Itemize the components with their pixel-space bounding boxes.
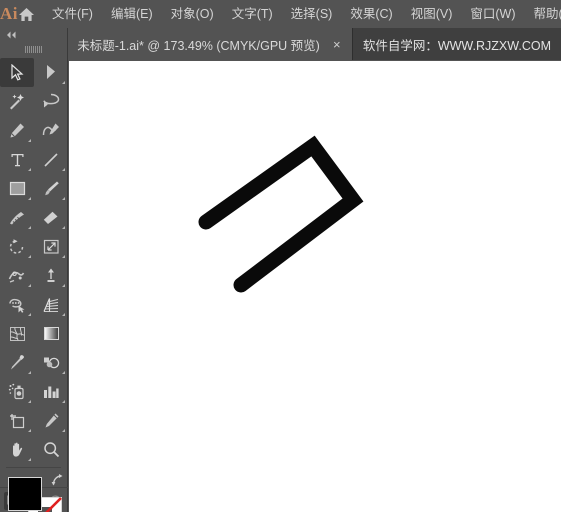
tools-divider [6, 467, 61, 468]
tool-artboard[interactable] [0, 406, 34, 435]
tool-free-transform[interactable] [34, 261, 68, 290]
menu-item-help[interactable]: 帮助( [525, 4, 561, 25]
tool-selection[interactable] [0, 58, 34, 87]
menu-item-select[interactable]: 选择(S) [282, 4, 342, 25]
tool-flyout-indicator [28, 400, 31, 403]
menu-item-edit[interactable]: 编辑(E) [102, 4, 162, 25]
tool-flyout-indicator [62, 226, 65, 229]
tool-symbol-sprayer[interactable] [0, 377, 34, 406]
tool-flyout-indicator [28, 255, 31, 258]
tool-shape-builder[interactable] [0, 290, 34, 319]
tool-perspective-grid[interactable] [34, 290, 68, 319]
tool-type[interactable] [0, 145, 34, 174]
tool-rectangle[interactable] [0, 174, 34, 203]
double-chevron-left-icon[interactable] [0, 28, 67, 42]
tool-curvature[interactable] [34, 116, 68, 145]
tool-slice[interactable] [34, 406, 68, 435]
tool-gradient[interactable] [34, 319, 68, 348]
tool-grid [0, 54, 67, 464]
menu-item-list: 文件(F) 编辑(E) 对象(O) 文字(T) 选择(S) 效果(C) 视图(V… [43, 4, 561, 25]
tools-panel [0, 28, 68, 512]
swap-fill-stroke-icon[interactable] [50, 473, 63, 491]
tool-direct-selection[interactable] [34, 58, 68, 87]
tool-blend[interactable] [34, 348, 68, 377]
tool-flyout-indicator [62, 371, 65, 374]
artwork-open-path[interactable] [198, 135, 364, 293]
tool-flyout-indicator [28, 139, 31, 142]
tool-lasso[interactable] [34, 87, 68, 116]
menu-item-effect[interactable]: 效果(C) [341, 4, 401, 25]
home-icon[interactable] [18, 0, 35, 28]
tool-flyout-indicator [62, 168, 65, 171]
tool-width[interactable] [0, 261, 34, 290]
tool-hand[interactable] [0, 435, 34, 464]
fill-swatch[interactable] [8, 477, 42, 511]
tool-flyout-indicator [62, 400, 65, 403]
tool-line-segment[interactable] [34, 145, 68, 174]
tab-document-title: 未标题-1.ai* @ 173.49% (CMYK/GPU 预览) [77, 38, 320, 53]
panel-drag-grip[interactable] [0, 42, 67, 54]
tool-flyout-indicator [28, 371, 31, 374]
tool-flyout-indicator [62, 197, 65, 200]
tool-flyout-indicator [28, 168, 31, 171]
illustrator-window: Ai 文件(F) 编辑(E) 对象(O) 文字(T) 选择(S) 效果(C) 视… [0, 0, 561, 512]
menu-item-type[interactable]: 文字(T) [223, 4, 282, 25]
tool-flyout-indicator [28, 429, 31, 432]
tool-flyout-indicator [62, 284, 65, 287]
tool-mesh[interactable] [0, 319, 34, 348]
menu-item-file[interactable]: 文件(F) [43, 4, 102, 25]
app-logo: Ai [0, 4, 18, 23]
tool-flyout-indicator [62, 255, 65, 258]
tool-flyout-indicator [62, 313, 65, 316]
tool-pen[interactable] [0, 116, 34, 145]
menu-item-object[interactable]: 对象(O) [162, 4, 223, 25]
menu-item-view[interactable]: 视图(V) [402, 4, 462, 25]
tab-site-title: 软件自学网：WWW.RJZXW.COM [362, 38, 551, 53]
tool-flyout-indicator [28, 313, 31, 316]
tab-document[interactable]: 未标题-1.ai* @ 173.49% (CMYK/GPU 预览) × [65, 28, 353, 60]
tool-shaper[interactable] [0, 203, 34, 232]
tool-flyout-indicator [62, 429, 65, 432]
tool-column-graph[interactable] [34, 377, 68, 406]
tool-magic-wand[interactable] [0, 87, 34, 116]
tab-site-watermark: 软件自学网：WWW.RJZXW.COM [352, 28, 561, 60]
menu-bar: Ai 文件(F) 编辑(E) 对象(O) 文字(T) 选择(S) 效果(C) 视… [0, 0, 561, 28]
close-icon[interactable]: × [330, 38, 344, 51]
tool-flyout-indicator [28, 197, 31, 200]
tool-flyout-indicator [62, 81, 65, 84]
tool-zoom[interactable] [34, 435, 68, 464]
tool-scale[interactable] [34, 232, 68, 261]
tool-flyout-indicator [28, 284, 31, 287]
tool-rotate[interactable] [0, 232, 34, 261]
artwork-svg [198, 135, 364, 293]
document-canvas[interactable] [69, 61, 561, 512]
menu-item-window[interactable]: 窗口(W) [461, 4, 524, 25]
tool-flyout-indicator [28, 226, 31, 229]
document-tab-bar: 未标题-1.ai* @ 173.49% (CMYK/GPU 预览) × 软件自学… [0, 28, 561, 60]
tool-paintbrush[interactable] [34, 174, 68, 203]
tool-eraser[interactable] [34, 203, 68, 232]
tool-flyout-indicator [28, 458, 31, 461]
tool-eyedropper[interactable] [0, 348, 34, 377]
